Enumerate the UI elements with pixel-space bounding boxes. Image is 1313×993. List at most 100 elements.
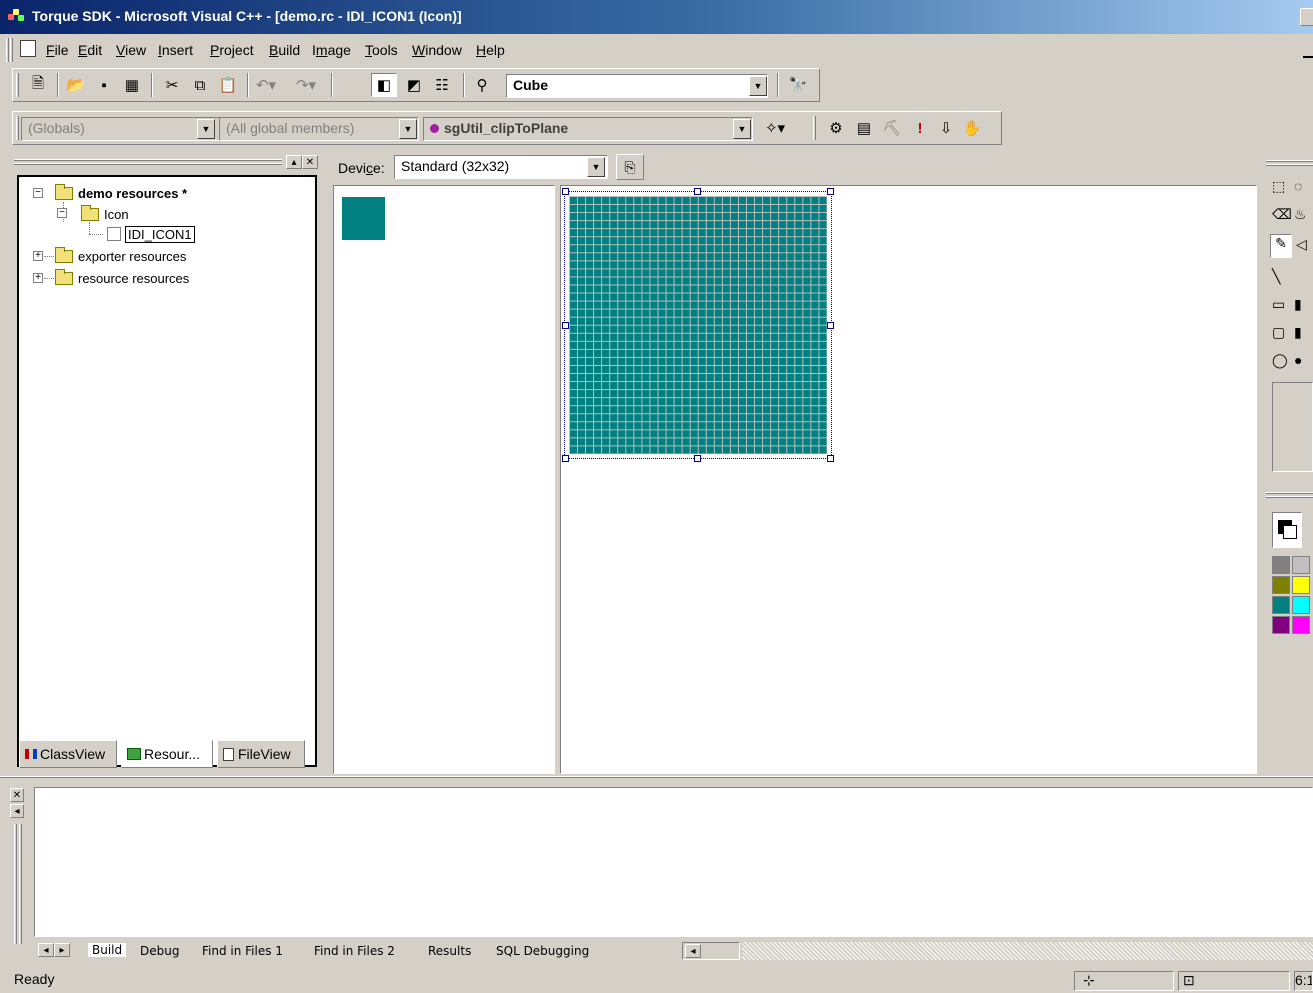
tool-options-box[interactable] — [1272, 382, 1313, 472]
workspace-close-icon[interactable]: ✕ — [302, 155, 318, 169]
menu-edit[interactable]: Edit — [78, 42, 102, 58]
palette-swatch[interactable] — [1292, 596, 1310, 614]
menu-tools[interactable]: Tools — [365, 42, 398, 58]
output-tab-find-in-files-2[interactable]: Find in Files 2 — [314, 944, 395, 958]
resize-handle[interactable] — [694, 455, 701, 462]
toolbar-grip[interactable] — [813, 116, 816, 140]
workspace-grip[interactable] — [14, 158, 284, 170]
find-combo[interactable]: Cube — [506, 74, 768, 98]
output-restore-icon[interactable]: ◂ — [10, 804, 24, 818]
find-icon[interactable]: 🔭 — [785, 73, 811, 97]
rect-select-icon[interactable]: ⬚ — [1272, 178, 1285, 195]
stop-build-icon[interactable]: ⛏ — [879, 116, 905, 140]
tree-item-resource[interactable]: resource resources — [55, 268, 189, 288]
save-all-icon[interactable]: ▦ — [119, 73, 145, 97]
breakpoint-hand-icon[interactable]: ✋ — [959, 116, 985, 140]
globals-dropdown-icon[interactable]: ▼ — [197, 119, 215, 139]
menu-file[interactable]: File — [46, 42, 69, 58]
device-select[interactable]: Standard (32x32) — [394, 155, 608, 179]
resize-handle[interactable] — [562, 188, 569, 195]
fg-bg-color-indicator[interactable] — [1272, 512, 1302, 548]
find-in-files-icon[interactable]: ⚲ — [469, 73, 495, 97]
minimize-button[interactable] — [1300, 8, 1313, 26]
tab-fileview[interactable]: FileView — [217, 740, 305, 768]
output-tab-results[interactable]: Results — [428, 944, 471, 958]
ellipse-icon[interactable]: ◯ — [1272, 352, 1288, 369]
redo-icon[interactable]: ↷▾ — [293, 73, 319, 97]
output-toggle-icon[interactable]: ◩ — [401, 73, 427, 97]
output-text-area[interactable] — [34, 787, 1313, 937]
icon-pixel-grid[interactable] — [569, 196, 827, 454]
output-tab-debug[interactable]: Debug — [140, 944, 179, 958]
menu-image[interactable]: Image — [312, 42, 351, 58]
menu-help[interactable]: Help — [476, 42, 505, 58]
execute-icon[interactable]: ! — [907, 116, 933, 140]
resize-handle[interactable] — [562, 455, 569, 462]
resize-handle[interactable] — [827, 322, 834, 329]
menubar-grip[interactable] — [6, 38, 9, 62]
palette-swatch[interactable] — [1272, 576, 1290, 594]
collapse-icon[interactable]: − — [57, 208, 67, 218]
compile-icon[interactable]: ⚙ — [823, 116, 849, 140]
resize-handle[interactable] — [694, 188, 701, 195]
build-icon[interactable]: ▤ — [851, 116, 877, 140]
palette-swatch[interactable] — [1292, 616, 1310, 634]
toolbar-grip[interactable] — [16, 116, 19, 140]
toolbar-grip[interactable] — [16, 73, 19, 97]
tree-item-idi-icon1[interactable]: IDI_ICON1 — [107, 224, 195, 244]
menu-project[interactable]: Project — [210, 42, 254, 58]
output-splitter[interactable] — [0, 776, 1313, 778]
palette-swatch[interactable] — [1272, 616, 1290, 634]
tree-item-icon-folder[interactable]: Icon — [81, 204, 129, 224]
menu-build[interactable]: Build — [269, 42, 300, 58]
resize-handle[interactable] — [827, 455, 834, 462]
workspace-maximize-icon[interactable]: ▴ — [286, 155, 302, 169]
paste-icon[interactable]: 📋 — [215, 73, 241, 97]
undo-icon[interactable]: ↶▾ — [253, 73, 279, 97]
line-icon[interactable]: ╲ — [1272, 268, 1280, 285]
function-combo[interactable]: sgUtil_clipToPlane — [423, 117, 753, 141]
resource-tree[interactable]: − demo resources * − Icon IDI_ICON1 + ex… — [17, 175, 317, 767]
wizard-action-icon[interactable]: ✧▾ — [757, 116, 793, 140]
palette-swatch[interactable] — [1272, 556, 1290, 574]
rectangle-icon[interactable]: ▭ — [1272, 296, 1285, 313]
palette-swatch[interactable] — [1272, 596, 1290, 614]
tree-item-exporter[interactable]: exporter resources — [55, 246, 186, 266]
output-tab-sql-debugging[interactable]: SQL Debugging — [496, 944, 589, 958]
cut-icon[interactable]: ✂ — [159, 73, 185, 97]
rounded-rect-icon[interactable]: ▢ — [1272, 324, 1285, 341]
collapse-icon[interactable]: − — [33, 188, 43, 198]
palette-swatch[interactable] — [1292, 576, 1310, 594]
tab-scroll-right-icon[interactable]: ▸ — [54, 943, 70, 957]
palette-swatch[interactable] — [1292, 556, 1310, 574]
copy-icon[interactable]: ⧉ — [187, 73, 213, 97]
globals-combo[interactable]: (Globals) — [21, 117, 221, 141]
mdi-minimize-button[interactable] — [1303, 44, 1313, 58]
tree-item-root[interactable]: demo resources * — [55, 183, 187, 203]
tab-classview[interactable]: ClassView — [19, 740, 117, 768]
toolbox-grip[interactable] — [1266, 160, 1313, 162]
hscroll-left-icon[interactable]: ◂ — [685, 944, 701, 958]
expand-icon[interactable]: + — [33, 273, 43, 283]
tab-resourceview[interactable]: Resour... — [121, 740, 213, 768]
go-icon[interactable]: ⇩ — [933, 116, 959, 140]
lasso-select-icon[interactable]: ◌ — [1294, 178, 1302, 194]
new-text-file-icon[interactable]: 🗎 — [25, 73, 51, 97]
eraser-icon[interactable]: ⌫ — [1272, 206, 1292, 223]
fill-icon[interactable]: ♨ — [1294, 206, 1307, 223]
resize-handle[interactable] — [562, 322, 569, 329]
tab-scroll-left-icon[interactable]: ◂ — [38, 943, 54, 957]
palette-grip[interactable] — [1266, 492, 1313, 494]
open-folder-icon[interactable]: 📂 — [63, 73, 89, 97]
window-list-icon[interactable]: ☷ — [429, 73, 455, 97]
menu-insert[interactable]: Insert — [158, 42, 193, 58]
save-icon[interactable]: ▪ — [91, 73, 117, 97]
output-tab-find-in-files-1[interactable]: Find in Files 1 — [202, 944, 283, 958]
expand-icon[interactable]: + — [33, 251, 43, 261]
pencil-icon[interactable]: ✎ — [1270, 234, 1292, 258]
filled-rounded-rect-icon[interactable]: ▮ — [1294, 324, 1302, 341]
members-combo[interactable]: (All global members) — [219, 117, 419, 141]
menu-view[interactable]: View — [116, 42, 146, 58]
members-dropdown-icon[interactable]: ▼ — [399, 119, 417, 139]
output-hscroll[interactable]: ◂ — [682, 942, 740, 960]
